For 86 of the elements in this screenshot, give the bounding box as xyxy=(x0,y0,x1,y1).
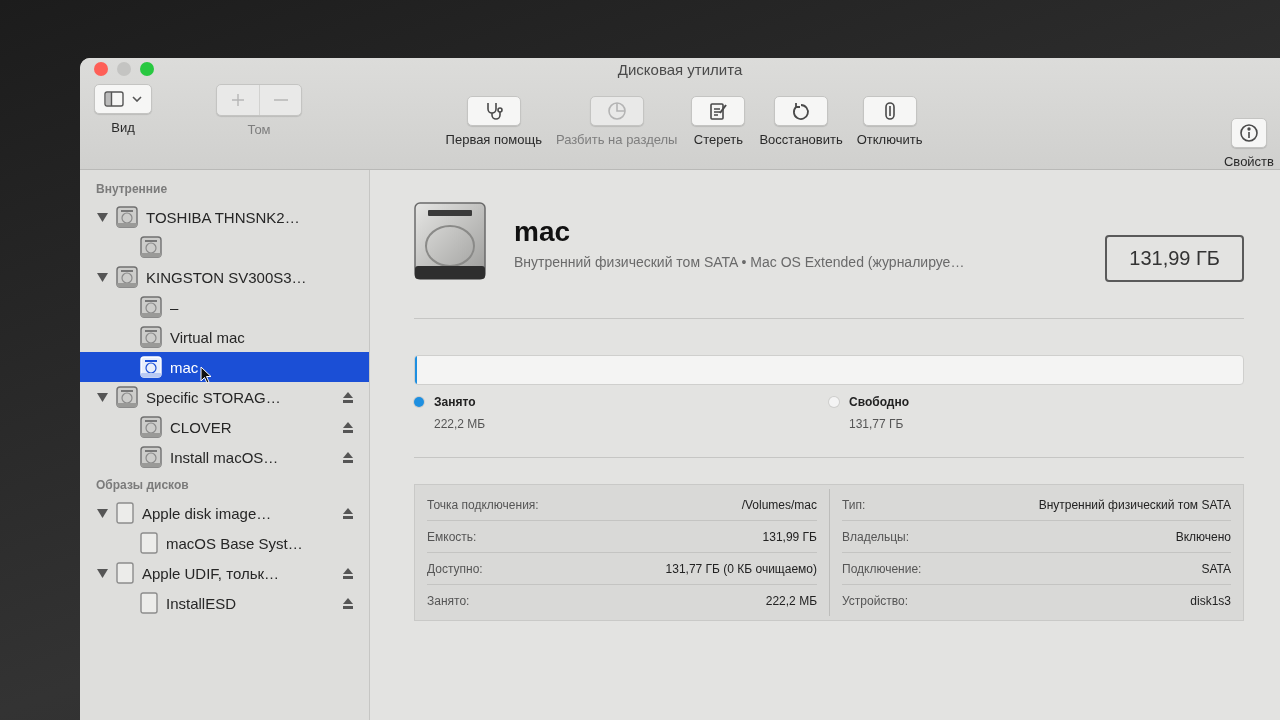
detail-label: Владельцы: xyxy=(842,529,910,544)
sidebar-item[interactable]: Apple UDIF, тольк… xyxy=(80,558,369,588)
hard-drive-icon xyxy=(116,266,138,288)
detail-label: Емкость: xyxy=(427,529,477,544)
info-icon xyxy=(1239,123,1259,143)
restore-button[interactable] xyxy=(774,96,829,126)
tool-label: Восстановить xyxy=(759,132,843,147)
detail-value: 222,2 МБ xyxy=(765,593,817,608)
first-aid-button[interactable] xyxy=(466,96,521,126)
detail-value: SATA xyxy=(1201,561,1231,576)
document-pencil-icon xyxy=(708,101,729,121)
detail-value: /Volumes/mac xyxy=(741,497,817,512)
detail-label: Занято: xyxy=(427,593,470,608)
hard-drive-icon xyxy=(140,416,162,438)
disclosure-triangle-icon[interactable] xyxy=(96,568,108,578)
sidebar-item[interactable]: KINGSTON SV300S3… xyxy=(80,262,369,292)
disk-image-icon xyxy=(116,502,134,524)
legend-value: 222,2 МБ xyxy=(433,417,487,431)
detail-value: Включено xyxy=(1175,529,1231,544)
plus-icon xyxy=(231,93,245,107)
disclosure-triangle-icon[interactable] xyxy=(96,392,108,402)
sidebar-item[interactable]: InstallESD xyxy=(80,588,369,618)
disk-image-icon xyxy=(140,592,158,614)
sidebar-item[interactable]: TOSHIBA THNSNK2… xyxy=(80,202,369,232)
disclosure-triangle-icon[interactable] xyxy=(96,272,108,282)
tool-label: Том xyxy=(247,122,271,137)
legend-value: 131,77 ГБ xyxy=(848,417,905,431)
tool-label: Отключить xyxy=(856,132,923,147)
sidebar-item[interactable]: Virtual mac xyxy=(80,322,369,352)
sidebar-heading: Образы дисков xyxy=(95,477,190,494)
eject-icon[interactable] xyxy=(343,391,353,403)
mouse-pointer-icon xyxy=(200,366,212,384)
caret-icon xyxy=(132,96,142,102)
hard-drive-icon xyxy=(140,446,162,468)
sidebar-item[interactable]: CLOVER xyxy=(80,412,369,442)
hard-drive-icon xyxy=(140,356,162,378)
disclosure-triangle-icon[interactable] xyxy=(96,212,108,222)
sidebar-icon xyxy=(104,91,124,107)
eject-icon[interactable] xyxy=(343,507,353,519)
pie-chart-icon xyxy=(606,101,627,121)
tool-label: Стереть xyxy=(693,132,744,147)
detail-label: Тип: xyxy=(842,497,866,512)
tool-label: Вид xyxy=(111,120,135,135)
hard-drive-icon xyxy=(116,206,138,228)
legend-label: Занято xyxy=(434,395,476,409)
view-button[interactable] xyxy=(94,84,152,114)
volume-size: 131,99 ГБ xyxy=(1105,235,1244,282)
detail-label: Подключение: xyxy=(842,561,922,576)
eject-icon[interactable] xyxy=(343,421,353,433)
sidebar-item[interactable]: – xyxy=(80,292,369,322)
sidebar-item[interactable]: Specific STORAG… xyxy=(80,382,369,412)
volume-description: Внутренний физический том SATA • Mac OS Extended (журналируе… xyxy=(514,254,966,270)
legend-label: Свободно xyxy=(849,395,909,409)
detail-value: disk1s3 xyxy=(1190,593,1231,608)
detail-value: Внутренний физический том SATA xyxy=(1038,497,1231,512)
detail-label: Устройство: xyxy=(842,593,909,608)
minus-icon xyxy=(273,99,288,101)
eject-icon[interactable] xyxy=(343,597,353,609)
window-title: Дисковая утилита xyxy=(617,60,743,78)
hard-drive-icon xyxy=(140,296,162,318)
tool-label: Разбить на разделы xyxy=(555,132,678,147)
sidebar-item[interactable]: Apple disk image… xyxy=(80,498,369,528)
disclosure-triangle-icon[interactable] xyxy=(96,508,108,518)
volume-name: mac xyxy=(514,216,572,248)
eject-icon[interactable] xyxy=(343,567,353,579)
sidebar-item[interactable]: Install macOS… xyxy=(80,442,369,472)
hard-drive-icon xyxy=(140,326,162,348)
hard-drive-icon xyxy=(140,236,162,258)
disk-image-icon xyxy=(116,562,134,584)
detail-label: Доступно: xyxy=(427,561,483,576)
sidebar-item[interactable]: macOS Base Syst… xyxy=(80,528,369,558)
hard-drive-icon xyxy=(116,386,138,408)
sidebar-heading: Внутренние xyxy=(95,181,169,198)
tool-label: Свойств xyxy=(1224,154,1274,169)
info-button[interactable] xyxy=(1231,118,1267,148)
unmount-button[interactable] xyxy=(862,96,917,126)
circular-arrow-icon xyxy=(791,101,812,121)
hard-drive-icon xyxy=(414,202,486,280)
tool-label: Первая помощь xyxy=(445,132,542,147)
detail-value: 131,99 ГБ xyxy=(762,529,817,544)
eject-icon[interactable] xyxy=(343,451,353,463)
detail-label: Точка подключения: xyxy=(427,497,539,512)
sidebar-item[interactable]: mac xyxy=(80,352,369,382)
detail-value: 131,77 ГБ (0 КБ очищаемо) xyxy=(665,561,817,576)
erase-button[interactable] xyxy=(691,96,746,126)
disk-image-icon xyxy=(140,532,158,554)
